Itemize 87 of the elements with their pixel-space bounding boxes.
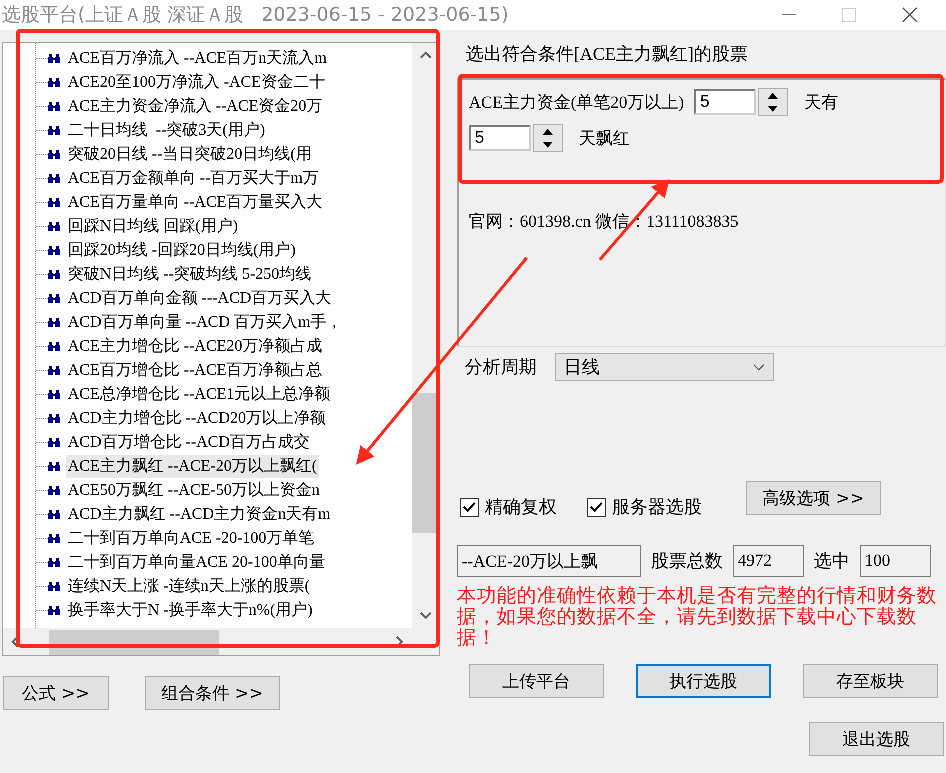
days-field[interactable]: 5 (469, 125, 531, 151)
tree-item[interactable]: ACD主力飘红 --ACD主力资金n天有m (66, 502, 333, 526)
scroll-up-icon[interactable] (420, 51, 432, 59)
spin-up-icon[interactable] (543, 128, 553, 134)
tree-item[interactable]: ACE百万增仓比 --ACE百万净额占总 (66, 358, 325, 382)
tree-item[interactable]: ACE百万金额单向 --百万买大于m万 (66, 166, 322, 190)
spin-up-icon[interactable] (768, 92, 778, 98)
binoculars-icon (48, 486, 60, 494)
tree-item[interactable]: 二十日均线 --突破3天(用户) (66, 118, 268, 142)
binoculars-icon (48, 294, 60, 302)
binoculars-icon (48, 102, 60, 110)
binoculars-icon (48, 462, 60, 470)
tree-item[interactable]: ACE主力飘红 --ACE-20万以上飘红( (66, 454, 320, 478)
binoculars-icon (48, 558, 60, 566)
tree-item[interactable]: ACD百万增仓比 --ACD百万占成交 (66, 430, 312, 454)
combine-button[interactable]: 组合条件 >> (145, 676, 280, 710)
tree-item[interactable]: ACE总净增仓比 --ACE1元以上总净额 (66, 382, 333, 406)
close-icon[interactable] (902, 7, 918, 23)
binoculars-icon (48, 246, 60, 254)
spin-control[interactable] (758, 88, 788, 116)
exit-button[interactable]: 退出选股 (809, 722, 944, 756)
binoculars-icon (48, 390, 60, 398)
parameter-label: ACE主力资金(单笔20万以上) (469, 92, 684, 114)
tree-item[interactable]: 二十到百万单向量ACE 20-100单向量 (66, 550, 328, 574)
period-select[interactable]: 日线 (555, 353, 774, 381)
selected-label: 选中 (814, 550, 850, 573)
condition-heading: 选出符合条件[ACE主力飘红]的股票 (466, 43, 749, 66)
tree-item[interactable]: ACD百万单向金额 ---ACD百万买入大 (66, 286, 334, 310)
warning-text: 本功能的准确性依赖于本机是否有完整的行情和财务数据，如果您的数据不全，请先到数据下载中心下载数据！ (457, 585, 938, 648)
tree-item[interactable]: 连续N天上涨 -连续n天上涨的股票( (66, 574, 312, 598)
tree-item[interactable]: ACE百万量单向 --ACE百万量买入大 (66, 190, 325, 214)
tree-item[interactable]: 回踩20均线 -回踩20日均线(用户) (66, 238, 298, 262)
action-button[interactable]: 执行选股 (636, 664, 771, 698)
parameter-label: 天飘红 (579, 128, 630, 150)
checkbox[interactable] (587, 498, 606, 516)
tree-item[interactable]: ACE百万净流入 --ACE百万n天流入m (66, 46, 330, 70)
spin-down-icon[interactable] (543, 142, 553, 148)
binoculars-icon (48, 366, 60, 374)
advanced-options-button[interactable]: 高级选项 >> (746, 481, 881, 515)
binoculars-icon (48, 198, 60, 206)
binoculars-icon (48, 270, 60, 278)
selected-field[interactable]: 100 (860, 545, 931, 577)
condition-field[interactable]: --ACE-20万以上飘 (457, 545, 641, 577)
tree-item[interactable]: ACE20至100万净流入 -ACE资金二十 (66, 70, 328, 94)
window-title: 选股平台(上证Ａ股 深证Ａ股 2023-06-15 - 2023-06-15) (2, 3, 509, 28)
minimize-icon[interactable] (782, 14, 796, 16)
tree-item[interactable]: ACD百万单向量 --ACD 百万买入m手， (66, 310, 345, 334)
binoculars-icon (48, 54, 60, 62)
action-button[interactable]: 存至板块 (803, 664, 938, 698)
tree-item[interactable]: 换手率大于N -换手率大于n%(用户) (66, 598, 315, 622)
checkbox-label: 服务器选股 (612, 496, 702, 519)
action-button[interactable]: 上传平台 (469, 664, 604, 698)
scroll-left-icon[interactable] (11, 636, 19, 648)
tree-item[interactable]: 回踩N日均线 回踩(用户) (66, 214, 240, 238)
tree-item[interactable]: 突破N日均线 --突破均线 5-250均线 (66, 262, 314, 286)
total-label: 股票总数 (651, 550, 723, 573)
period-label: 分析周期 (465, 356, 537, 379)
formula-button[interactable]: 公式 >> (3, 676, 109, 710)
days-field[interactable]: 5 (694, 89, 756, 115)
parameter-label: 天有 (804, 92, 838, 114)
binoculars-icon (48, 342, 60, 350)
checkbox-label: 精确复权 (485, 496, 557, 519)
binoculars-icon (48, 150, 60, 158)
binoculars-icon (48, 438, 60, 446)
spin-down-icon[interactable] (768, 106, 778, 112)
tree-item[interactable]: ACD主力增仓比 --ACD20万以上净额 (66, 406, 328, 430)
binoculars-icon (48, 174, 60, 182)
tree-item[interactable]: ACE主力资金净流入 --ACE资金20万 (66, 94, 325, 118)
binoculars-icon (48, 414, 60, 422)
binoculars-icon (48, 78, 60, 86)
tree-item[interactable]: 二十到百万单向ACE -20-100万单笔 (66, 526, 317, 550)
binoculars-icon (48, 606, 60, 614)
binoculars-icon (48, 582, 60, 590)
checkbox[interactable] (460, 498, 479, 516)
tree-item[interactable]: ACE主力增仓比 --ACE20万净额占成 (66, 334, 325, 358)
spin-control[interactable] (533, 124, 563, 152)
scroll-down-icon[interactable] (420, 612, 432, 620)
binoculars-icon (48, 126, 60, 134)
tree-item[interactable]: 突破20日线 --当日突破20日均线(用 (66, 142, 314, 166)
binoculars-icon (48, 510, 60, 518)
binoculars-icon (48, 222, 60, 230)
binoculars-icon (48, 534, 60, 542)
tree-item[interactable]: ACE50万飘红 --ACE-50万以上资金n (66, 478, 322, 502)
chevron-down-icon (753, 364, 765, 370)
contact-info: 官网：601398.cn 微信：13111083835 (469, 211, 740, 233)
total-field[interactable]: 4972 (733, 545, 804, 577)
binoculars-icon (48, 318, 60, 326)
